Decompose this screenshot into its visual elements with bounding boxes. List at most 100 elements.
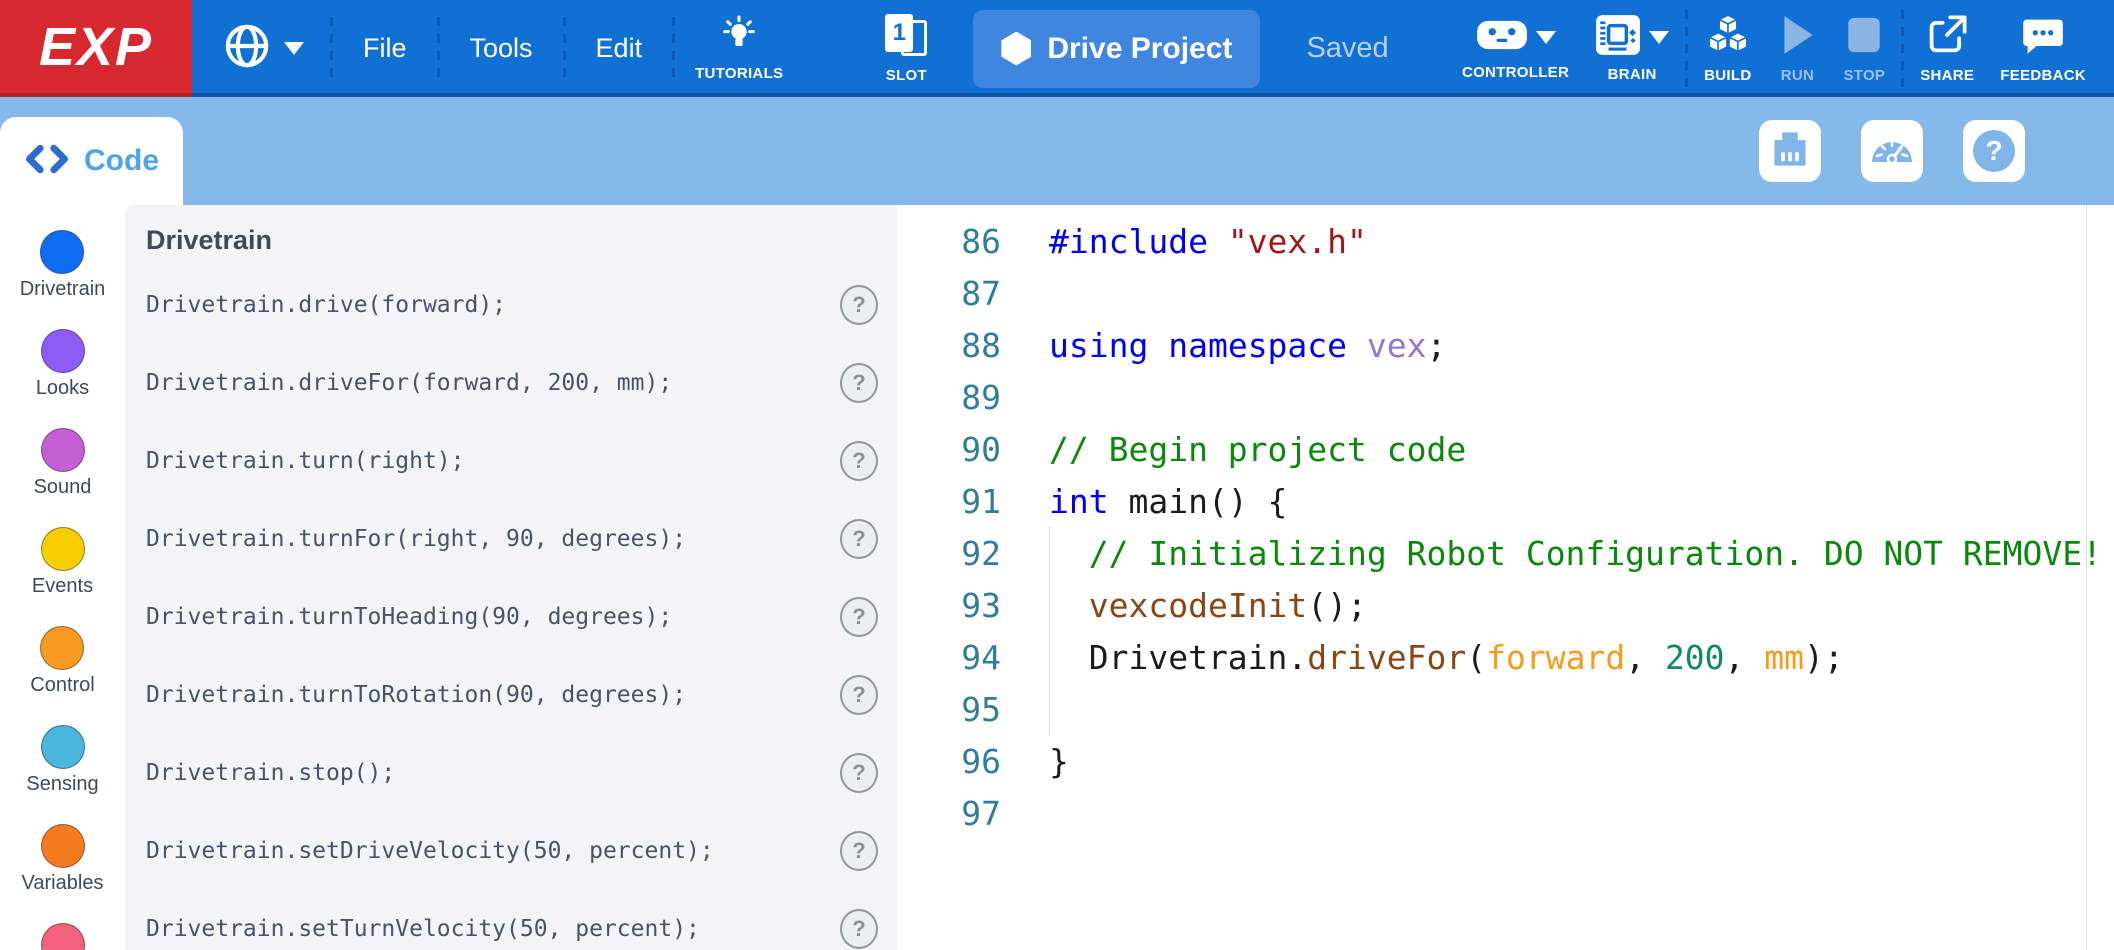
category-item-partial[interactable] bbox=[41, 923, 85, 950]
line-number: 92 bbox=[897, 534, 1001, 573]
command-row[interactable]: Drivetrain.turnToRotation(90, degrees); … bbox=[146, 656, 897, 734]
command-help-button[interactable]: ? bbox=[840, 363, 878, 403]
build-label: BUILD bbox=[1704, 67, 1751, 84]
dashboard-button[interactable] bbox=[1861, 120, 1923, 182]
menu-edit[interactable]: Edit bbox=[566, 33, 673, 64]
category-item[interactable]: Events bbox=[32, 527, 93, 598]
command-text: Drivetrain.turn(right); bbox=[146, 448, 465, 474]
code-line: 87 bbox=[897, 267, 2114, 319]
command-help-button[interactable]: ? bbox=[840, 831, 878, 871]
line-number: 94 bbox=[897, 638, 1001, 677]
category-item[interactable]: Looks bbox=[36, 329, 89, 400]
run-button[interactable]: RUN bbox=[1767, 0, 1827, 97]
category-item[interactable]: Sound bbox=[34, 428, 92, 499]
command-row[interactable]: Drivetrain.turnFor(right, 90, degrees); … bbox=[146, 500, 897, 578]
slot-button[interactable]: 1 SLOT bbox=[873, 0, 939, 97]
menu-tools[interactable]: Tools bbox=[440, 33, 563, 64]
category-label: Sensing bbox=[26, 773, 98, 796]
category-item[interactable]: Control bbox=[30, 626, 94, 697]
stop-label: STOP bbox=[1843, 67, 1885, 84]
toolbar-separator bbox=[1685, 10, 1688, 88]
line-number: 93 bbox=[897, 586, 1001, 625]
command-row[interactable]: Drivetrain.setDriveVelocity(50, percent)… bbox=[146, 812, 897, 890]
controller-button[interactable]: CONTROLLER bbox=[1452, 0, 1579, 97]
code-line: 94 Drivetrain.driveFor(forward, 200, mm)… bbox=[897, 631, 2114, 683]
command-help-button[interactable]: ? bbox=[840, 519, 878, 559]
category-label: Variables bbox=[22, 872, 104, 895]
command-row[interactable]: Drivetrain.setTurnVelocity(50, percent);… bbox=[146, 890, 897, 950]
command-help-button[interactable]: ? bbox=[840, 285, 878, 325]
feedback-button[interactable]: FEEDBACK bbox=[1990, 0, 2096, 97]
command-help-button[interactable]: ? bbox=[840, 597, 878, 637]
devices-button[interactable] bbox=[1759, 120, 1821, 182]
command-row[interactable]: Drivetrain.turn(right); ? bbox=[146, 422, 897, 500]
command-help-button[interactable]: ? bbox=[840, 753, 878, 793]
gauge-icon bbox=[1870, 133, 1914, 170]
chevron-down-icon bbox=[1536, 31, 1556, 44]
feedback-bubble-icon bbox=[2021, 13, 2065, 62]
code-line: 90 // Begin project code bbox=[897, 423, 2114, 475]
code-text: Drivetrain.driveFor(forward, 200, mm); bbox=[1049, 638, 1844, 677]
category-color-dot bbox=[41, 527, 85, 571]
category-color-dot bbox=[40, 626, 84, 670]
code-line: 88 using namespace vex; bbox=[897, 319, 2114, 371]
category-item[interactable]: Sensing bbox=[26, 725, 98, 796]
command-row[interactable]: Drivetrain.turnToHeading(90, degrees); ? bbox=[146, 578, 897, 656]
help-button[interactable]: ? bbox=[1963, 120, 2025, 182]
code-text: } bbox=[1049, 742, 1069, 781]
code-brackets-icon bbox=[24, 144, 70, 179]
category-color-dot bbox=[41, 923, 85, 950]
line-number: 88 bbox=[897, 326, 1001, 365]
project-name: Drive Project bbox=[1047, 32, 1232, 66]
slot-label: SLOT bbox=[886, 67, 927, 84]
command-help-button[interactable]: ? bbox=[840, 909, 878, 949]
stop-icon bbox=[1844, 13, 1884, 62]
menu-file[interactable]: File bbox=[333, 33, 437, 64]
code-text: vexcodeInit(); bbox=[1049, 586, 1367, 625]
category-color-dot bbox=[41, 824, 85, 868]
feedback-label: FEEDBACK bbox=[2000, 67, 2086, 84]
share-button[interactable]: SHARE bbox=[1910, 0, 1984, 97]
command-text: Drivetrain.turnFor(right, 90, degrees); bbox=[146, 526, 686, 552]
command-text: Drivetrain.setTurnVelocity(50, percent); bbox=[146, 916, 700, 942]
code-text: int main() { bbox=[1049, 482, 1287, 521]
command-text: Drivetrain.stop(); bbox=[146, 760, 395, 786]
command-help-button[interactable]: ? bbox=[840, 441, 878, 481]
code-line: 86 #include "vex.h" bbox=[897, 215, 2114, 267]
category-color-dot bbox=[41, 329, 85, 373]
command-help-button[interactable]: ? bbox=[840, 675, 878, 715]
palette-title: Drivetrain bbox=[146, 225, 897, 259]
category-item[interactable]: Drivetrain bbox=[20, 230, 106, 301]
run-label: RUN bbox=[1781, 67, 1814, 84]
chevron-down-icon bbox=[284, 42, 304, 55]
category-sidebar: Drivetrain Looks Sound Events Control Se… bbox=[0, 205, 125, 950]
controller-icon bbox=[1476, 16, 1528, 59]
tab-code[interactable]: Code bbox=[0, 117, 183, 205]
tutorials-button[interactable]: TUTORIALS bbox=[683, 0, 795, 97]
command-palette: Drivetrain Drivetrain.drive(forward); ? … bbox=[125, 205, 897, 950]
editor-header: Code bbox=[0, 97, 2114, 205]
line-number: 97 bbox=[897, 794, 1001, 833]
line-number: 87 bbox=[897, 274, 1001, 313]
code-editor[interactable]: 86 #include "vex.h" 87 88 using namespac… bbox=[897, 205, 2114, 950]
language-menu[interactable] bbox=[222, 0, 304, 97]
project-name-button[interactable]: Drive Project bbox=[973, 10, 1260, 88]
command-list: Drivetrain.drive(forward); ? Drivetrain.… bbox=[146, 266, 897, 950]
line-number: 89 bbox=[897, 378, 1001, 417]
command-row[interactable]: Drivetrain.drive(forward); ? bbox=[146, 266, 897, 344]
code-line: 92 // Initializing Robot Configuration. … bbox=[897, 527, 2114, 579]
line-number: 86 bbox=[897, 222, 1001, 261]
code-text: #include "vex.h" bbox=[1049, 222, 1367, 261]
editor-scrollbar[interactable] bbox=[2086, 205, 2087, 950]
category-color-dot bbox=[41, 725, 85, 769]
code-text: // Begin project code bbox=[1049, 430, 1466, 469]
command-row[interactable]: Drivetrain.driveFor(forward, 200, mm); ? bbox=[146, 344, 897, 422]
toolbar-separator bbox=[1901, 10, 1904, 88]
command-row[interactable]: Drivetrain.stop(); ? bbox=[146, 734, 897, 812]
question-mark-icon: ? bbox=[1973, 130, 2015, 172]
stop-button[interactable]: STOP bbox=[1833, 0, 1895, 97]
category-color-dot bbox=[41, 428, 85, 472]
brain-button[interactable]: BRAIN bbox=[1585, 0, 1679, 97]
category-item[interactable]: Variables bbox=[22, 824, 104, 895]
build-button[interactable]: BUILD bbox=[1694, 0, 1761, 97]
